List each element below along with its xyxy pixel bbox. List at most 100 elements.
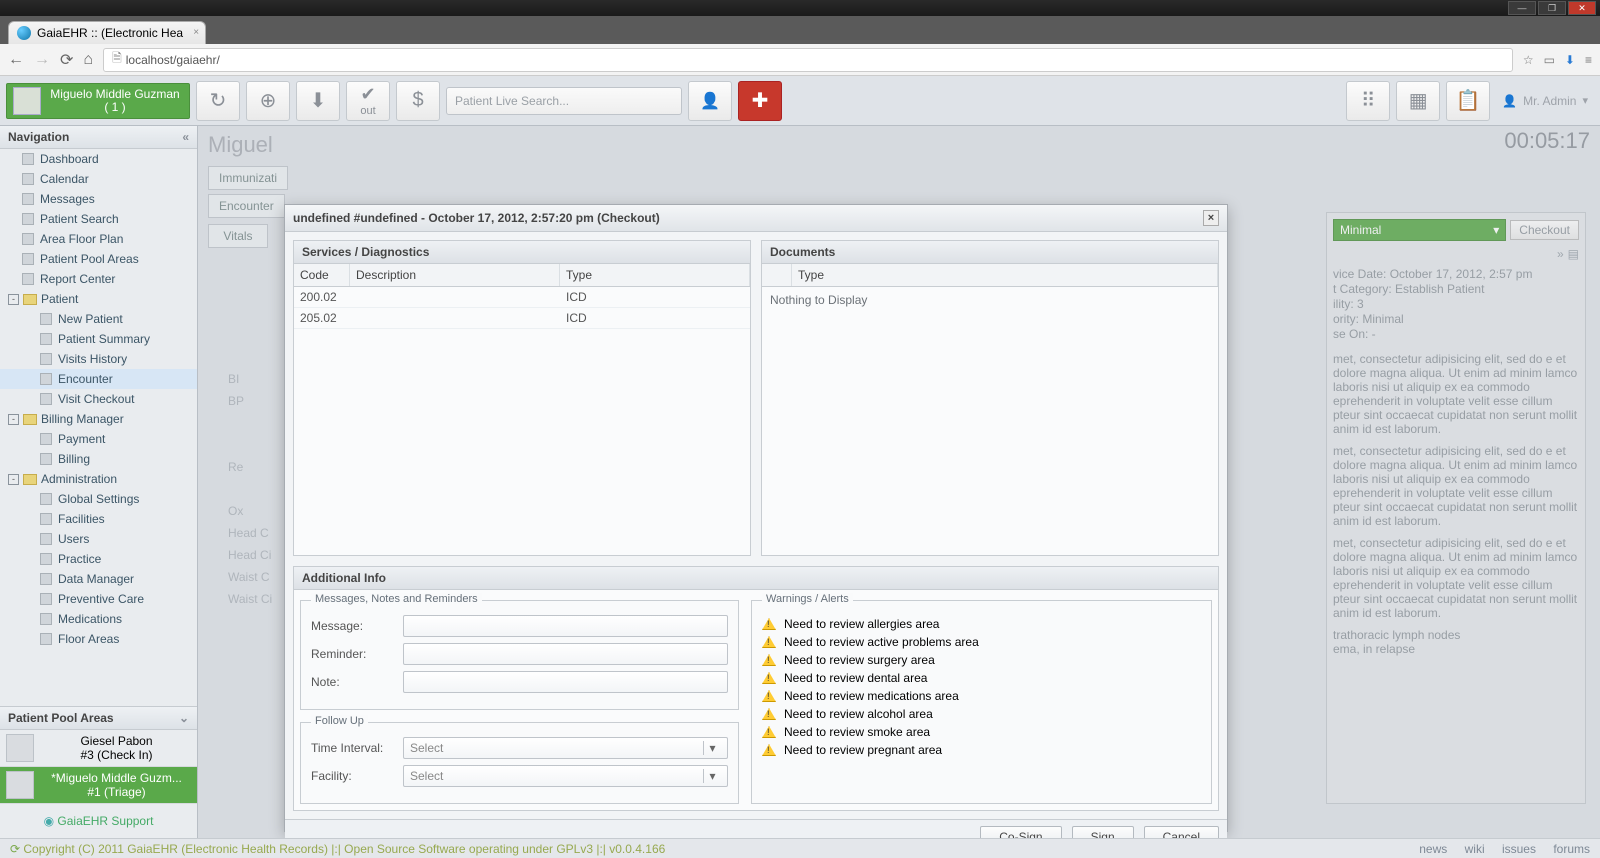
reminder-input[interactable] [403, 643, 728, 665]
nav-preventive-care[interactable]: Preventive Care [0, 589, 197, 609]
doc-icon [22, 213, 34, 225]
collapse-icon[interactable]: - [8, 414, 19, 425]
nav-folder-label: Administration [41, 472, 117, 486]
nav-label: Report Center [40, 272, 115, 286]
col-type: Type [792, 264, 1218, 286]
download-icon[interactable]: ⬇ [1565, 53, 1575, 67]
nav-folder-patient[interactable]: -Patient [0, 289, 197, 309]
nav-practice[interactable]: Practice [0, 549, 197, 569]
nav-new-patient[interactable]: New Patient [0, 309, 197, 329]
facility-select[interactable]: Select▾ [403, 765, 728, 787]
doc-icon [22, 233, 34, 245]
nav-floor-areas[interactable]: Floor Areas [0, 629, 197, 649]
nav-patient-pool-areas[interactable]: Patient Pool Areas [0, 249, 197, 269]
service-row[interactable]: 200.02 ICD [294, 287, 750, 308]
nav-global-settings[interactable]: Global Settings [0, 489, 197, 509]
reload-button[interactable]: ⟳ [60, 50, 73, 70]
select-placeholder: Select [410, 769, 443, 783]
label-facility: Facility: [311, 769, 397, 783]
nav-label: Facilities [58, 512, 105, 526]
footer-link-issues[interactable]: issues [1502, 842, 1536, 856]
collapse-icon[interactable]: - [8, 294, 19, 305]
pool-item-miguelo[interactable]: *Miguelo Middle Guzm...#1 (Triage) [0, 767, 197, 804]
nav-calendar[interactable]: Calendar [0, 169, 197, 189]
panel-icon[interactable]: ▭ [1544, 53, 1555, 67]
nav-report-center[interactable]: Report Center [0, 269, 197, 289]
nav-users[interactable]: Users [0, 529, 197, 549]
nav-facilities[interactable]: Facilities [0, 509, 197, 529]
nav-encounter[interactable]: Encounter [0, 369, 197, 389]
home-button[interactable]: ⌂ [83, 51, 93, 69]
charge-button[interactable]: $ [396, 81, 440, 121]
url-input[interactable]: 🗎 localhost/gaiaehr/ [103, 48, 1513, 72]
patient-count: ( 1 ) [47, 101, 183, 114]
doc-icon [40, 393, 52, 405]
active-patient-chip[interactable]: Miguelo Middle Guzman ( 1 ) [6, 83, 190, 119]
message-input[interactable] [403, 615, 728, 637]
warning-icon [762, 744, 776, 756]
checkout-button[interactable]: ✔out [346, 81, 390, 121]
modal-title: undefined #undefined - October 17, 2012,… [293, 211, 660, 225]
star-icon[interactable]: ☆ [1523, 53, 1534, 67]
nav-visits-history[interactable]: Visits History [0, 349, 197, 369]
user-menu[interactable]: 👤 Mr. Admin ▾ [1502, 94, 1588, 108]
pool-item-giesel[interactable]: Giesel Pabon#3 (Check In) [0, 730, 197, 767]
navigation-header: Navigation « [0, 126, 197, 149]
nav-billing[interactable]: Billing [0, 449, 197, 469]
service-row[interactable]: 205.02 ICD [294, 308, 750, 329]
modal-close-button[interactable]: × [1203, 210, 1219, 226]
nav-patient-summary[interactable]: Patient Summary [0, 329, 197, 349]
note-input[interactable] [403, 671, 728, 693]
warning-text: Need to review alcohol area [784, 707, 933, 721]
admin-label: Mr. Admin [1523, 94, 1576, 108]
nav-visit-checkout[interactable]: Visit Checkout [0, 389, 197, 409]
additional-info-title: Additional Info [294, 567, 1218, 590]
os-close-button[interactable]: ✕ [1568, 1, 1596, 15]
cell-desc [350, 287, 560, 307]
nav-payment[interactable]: Payment [0, 429, 197, 449]
cell-type: ICD [560, 287, 750, 307]
collapse-nav-icon[interactable]: « [182, 130, 189, 144]
os-minimize-button[interactable]: — [1508, 1, 1536, 15]
menu-icon[interactable]: ≡ [1585, 53, 1592, 67]
nav-patient-search[interactable]: Patient Search [0, 209, 197, 229]
avatar-icon [13, 87, 41, 115]
doc-icon [40, 573, 52, 585]
nav-folder-billing[interactable]: -Billing Manager [0, 409, 197, 429]
tile-view-button[interactable]: ▦ [1396, 81, 1440, 121]
patient-live-search[interactable]: Patient Live Search... [446, 87, 682, 115]
nav-messages[interactable]: Messages [0, 189, 197, 209]
download-button[interactable]: ⬇ [296, 81, 340, 121]
tab-close-icon[interactable]: × [193, 27, 199, 38]
documents-columns: Type [762, 264, 1218, 287]
browser-tab[interactable]: GaiaEHR :: (Electronic Hea × [8, 21, 206, 44]
doc-icon [40, 333, 52, 345]
grid-view-button[interactable]: ⠿ [1346, 81, 1390, 121]
notes-button[interactable]: 📋 [1446, 81, 1490, 121]
nav-medications[interactable]: Medications [0, 609, 197, 629]
footer-link-news[interactable]: news [1419, 842, 1447, 856]
app-header: Miguelo Middle Guzman ( 1 ) ↻ ⊕ ⬇ ✔out $… [0, 76, 1600, 126]
back-button[interactable]: ← [8, 51, 24, 69]
nav-label: Dashboard [40, 152, 99, 166]
footer-link-wiki[interactable]: wiki [1465, 842, 1485, 856]
forward-button[interactable]: → [34, 51, 50, 69]
os-maximize-button[interactable]: ❐ [1538, 1, 1566, 15]
history-button[interactable]: ↻ [196, 81, 240, 121]
nav-area-floor-plan[interactable]: Area Floor Plan [0, 229, 197, 249]
emergency-button[interactable]: ✚ [738, 81, 782, 121]
footer-link-forums[interactable]: forums [1553, 842, 1590, 856]
fieldset-followup: Follow Up Time Interval: Select▾ Facilit… [300, 722, 739, 804]
support-link[interactable]: ◉ GaiaEHR Support [0, 804, 197, 838]
time-interval-select[interactable]: Select▾ [403, 737, 728, 759]
add-encounter-button[interactable]: ⊕ [246, 81, 290, 121]
assign-patient-button[interactable]: 👤 [688, 81, 732, 121]
nav-data-manager[interactable]: Data Manager [0, 569, 197, 589]
nav-folder-admin[interactable]: - Administration [0, 469, 197, 489]
chevron-down-icon: ▾ [1582, 94, 1588, 107]
fieldset-legend: Messages, Notes and Reminders [311, 593, 482, 605]
nav-dashboard[interactable]: Dashboard [0, 149, 197, 169]
col-code: Code [294, 264, 350, 286]
chevron-down-icon[interactable]: ⌄ [179, 711, 189, 725]
collapse-icon[interactable]: - [8, 474, 19, 485]
